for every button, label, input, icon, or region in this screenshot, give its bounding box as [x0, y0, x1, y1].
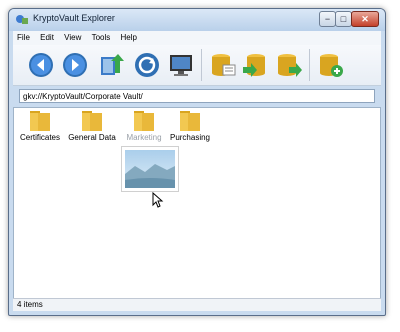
toolbar	[13, 45, 381, 86]
menu-bar: File Edit View Tools Help	[13, 31, 381, 45]
menu-edit[interactable]: Edit	[36, 31, 58, 42]
file-list[interactable]: Certificates General Data Marketing Purc…	[13, 107, 381, 299]
database-download-icon[interactable]	[241, 51, 269, 79]
menu-view[interactable]: View	[60, 31, 85, 42]
folder-icon	[30, 111, 50, 131]
folder-label: Marketing	[126, 133, 162, 142]
toolbar-separator	[309, 49, 310, 81]
landscape-image-icon	[125, 150, 175, 188]
minimize-button[interactable]: −	[319, 11, 336, 27]
address-bar[interactable]: gkv://KryptoVault/Corporate Vault/	[19, 89, 375, 103]
title-bar[interactable]: KryptoVault Explorer − □ ✕	[9, 9, 385, 31]
refresh-icon[interactable]	[133, 51, 161, 79]
monitor-icon[interactable]	[167, 51, 195, 79]
up-folder-icon[interactable]	[97, 51, 125, 79]
forward-arrow-icon[interactable]	[61, 51, 89, 79]
menu-help[interactable]: Help	[117, 31, 141, 42]
folder-label: Purchasing	[169, 133, 211, 142]
drag-preview-image	[121, 146, 179, 192]
close-button[interactable]: ✕	[351, 11, 379, 27]
menu-file[interactable]: File	[13, 31, 34, 42]
folder-icon	[134, 111, 154, 131]
folder-label: Certificates	[19, 133, 60, 142]
folder-item[interactable]: General Data	[68, 110, 116, 142]
mouse-pointer-icon	[152, 192, 164, 208]
status-bar: 4 items	[13, 298, 381, 311]
folder-item[interactable]: Purchasing	[166, 110, 214, 142]
database-upload-icon[interactable]	[275, 51, 303, 79]
menu-tools[interactable]: Tools	[88, 31, 115, 42]
folder-item[interactable]: Certificates	[16, 110, 64, 142]
database-add-icon[interactable]	[317, 51, 345, 79]
window-title: KryptoVault Explorer	[33, 13, 115, 23]
app-window: KryptoVault Explorer − □ ✕ File Edit Vie…	[8, 8, 386, 316]
database-icon[interactable]	[209, 51, 237, 79]
folder-icon	[180, 111, 200, 131]
app-logo-icon	[16, 15, 28, 24]
back-arrow-icon[interactable]	[27, 51, 55, 79]
maximize-button[interactable]: □	[335, 11, 352, 27]
toolbar-separator	[201, 49, 202, 81]
folder-label: General Data	[68, 133, 116, 142]
folder-icon	[82, 111, 102, 131]
folder-item[interactable]: Marketing	[120, 110, 168, 142]
